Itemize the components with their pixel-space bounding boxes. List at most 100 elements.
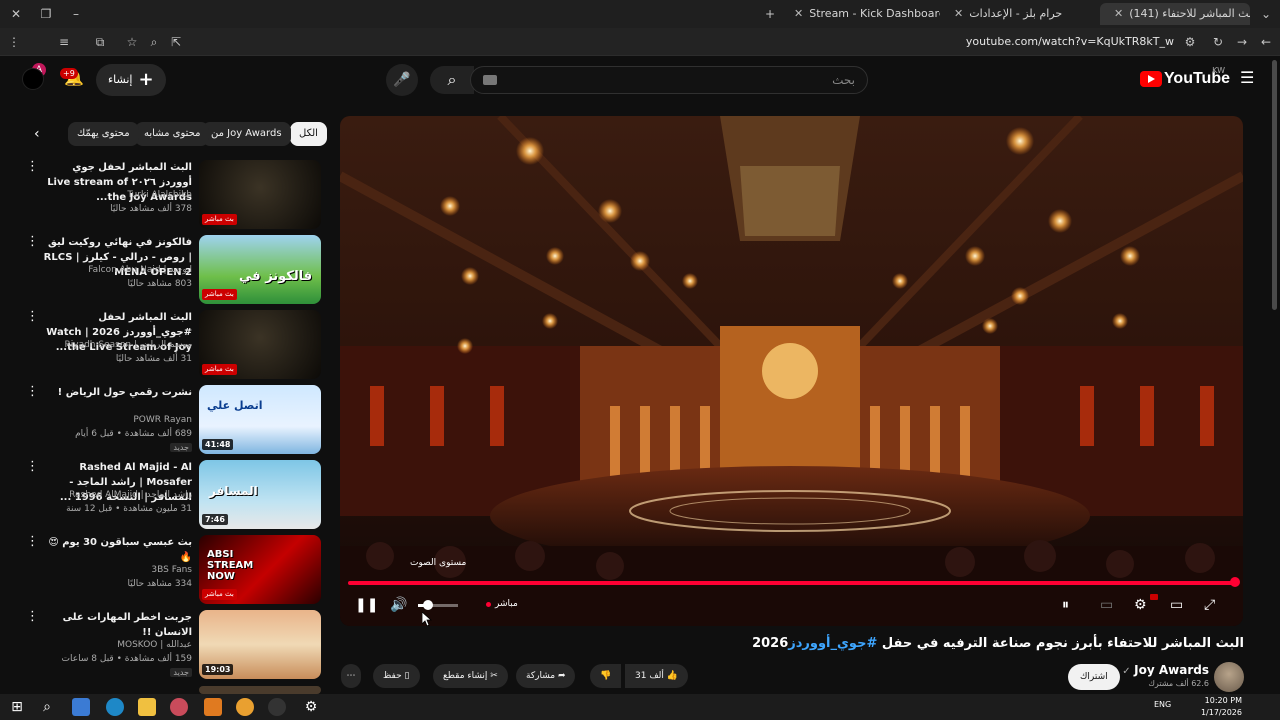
site-settings-icon[interactable]: ⚙ [1182, 34, 1198, 50]
channel-name[interactable]: راشد الماجد | Rashed AlMajid [42, 490, 192, 500]
tab-kick[interactable]: ✕ Stream - Kick Dashboard [780, 3, 940, 25]
account-avatar[interactable] [22, 68, 44, 90]
forward-icon[interactable]: → [1234, 34, 1250, 50]
list-item[interactable] [0, 686, 330, 694]
close-tab-icon[interactable]: ✕ [1114, 7, 1123, 20]
voice-search-icon[interactable]: 🎤 [386, 64, 418, 96]
channel-name[interactable]: ابوجيد | Falcon Abu Najd [42, 265, 192, 275]
list-item[interactable]: ⋮ بث عبسي سباقون 30 يوم 😍🔥 3BS Fans 334 … [0, 535, 330, 605]
fullscreen-icon[interactable]: ⤢ [1204, 596, 1215, 614]
dislike-button[interactable]: 👎 [590, 664, 622, 688]
share-button[interactable]: مشاركة ➦ [516, 664, 576, 688]
list-item[interactable]: ⋮ Rashed Al Majid - Al Mosafer | راشد ال… [0, 460, 330, 530]
video-thumbnail[interactable]: 19:03 [199, 610, 321, 679]
theater-mode-icon[interactable]: ▭ [1170, 596, 1183, 614]
video-thumbnail[interactable]: بث مباشر [199, 310, 321, 379]
close-tab-icon[interactable]: ✕ [954, 7, 963, 20]
more-options-icon[interactable]: ⋮ [26, 535, 39, 548]
new-tab-icon[interactable]: + [762, 6, 778, 22]
bookmark-star-icon[interactable]: ☆ [124, 34, 140, 50]
video-thumbnail[interactable] [199, 686, 321, 694]
close-tab-icon[interactable]: ✕ [794, 7, 803, 20]
app-icon[interactable] [204, 698, 222, 716]
list-item[interactable]: ⋮ البث المباشر لحفل #جوي_أووردز 2026 | W… [0, 310, 330, 380]
more-options-icon[interactable]: ⋮ [26, 160, 39, 173]
back-icon[interactable]: ← [1258, 34, 1274, 50]
video-thumbnail[interactable]: المسافر 7:46 [199, 460, 321, 529]
more-options-icon[interactable]: ⋮ [26, 310, 39, 323]
clip-button[interactable]: إنشاء مقطع ✂ [433, 664, 508, 688]
video-title[interactable]: جربت اخطر المهارات على الانسان !! [42, 610, 192, 640]
video-thumbnail[interactable]: ABSI STREAM NOW بث مباشر [199, 535, 321, 604]
settings-gear-icon[interactable]: ⚙ [1134, 596, 1147, 614]
chip-all[interactable]: الكل [290, 122, 327, 146]
chip-for-you[interactable]: محتوى يهمّك [68, 122, 139, 146]
hamburger-menu-icon[interactable]: ☰ [1240, 70, 1256, 86]
pause-icon[interactable]: ❚❚ [355, 596, 378, 614]
video-thumbnail[interactable]: بث مباشر [199, 160, 321, 229]
extensions-icon[interactable]: ⧉ [92, 34, 108, 50]
tab-youtube[interactable]: ✕ (141) البث المباشر للاحتفاء [1100, 3, 1250, 25]
share-page-icon[interactable]: ⇱ [168, 34, 184, 50]
list-item[interactable]: ⋮ فالكونز في نهائي روكيت ليق | روص - درا… [0, 235, 330, 305]
chrome-browser-icon[interactable] [170, 698, 188, 716]
chip-from-channel[interactable]: من Joy Awards [202, 122, 291, 146]
live-indicator[interactable]: مباشر [495, 599, 518, 609]
zoom-icon[interactable]: ⌕ [146, 34, 162, 50]
list-item[interactable]: ⋮ جربت اخطر المهارات على الانسان !! عبدا… [0, 610, 330, 680]
search-button[interactable]: ⌕ [430, 66, 474, 94]
more-actions-button[interactable]: ⋯ [341, 664, 361, 688]
create-button[interactable]: إنشاء + [96, 64, 166, 96]
obs-icon[interactable] [268, 698, 286, 716]
address-bar[interactable]: youtube.com/watch?v=KqUkTR8kT_w [966, 35, 1174, 48]
keyboard-icon[interactable] [483, 75, 497, 85]
subtitles-icon[interactable]: ▭ [1100, 596, 1113, 614]
more-options-icon[interactable]: ⋮ [26, 610, 39, 623]
progress-scrubber[interactable] [1230, 577, 1240, 587]
channel-name[interactable]: عبدالله | MOSKOO [42, 640, 192, 650]
language-indicator[interactable]: ENG [1154, 700, 1171, 709]
channel-name[interactable]: Turki Alalshikh [42, 190, 192, 200]
chevron-left-icon[interactable]: ‹ [34, 122, 54, 146]
more-options-icon[interactable]: ⋮ [26, 385, 39, 398]
progress-bar[interactable] [348, 581, 1235, 585]
video-thumbnail[interactable]: فالكونز في بث مباشر [199, 235, 321, 304]
volume-slider-knob[interactable] [423, 600, 433, 610]
hashtag-link[interactable]: #جوي_أووردز [788, 636, 877, 651]
clock[interactable]: 10:20 PM 1/17/2026 [1201, 695, 1242, 719]
minimize-window-icon[interactable]: – [68, 6, 84, 22]
more-options-icon[interactable]: ⋮ [26, 460, 39, 473]
volume-icon[interactable]: 🔊 [390, 596, 407, 614]
reload-icon[interactable]: ↻ [1210, 34, 1226, 50]
like-button[interactable]: 31 ألف 👍 [625, 664, 688, 688]
subscribe-button[interactable]: اشتراك [1068, 664, 1120, 690]
video-player[interactable]: مستوى الصوت ❚❚ 🔊 مباشر ⏸ ▭ ⚙ ▭ ⤢ [340, 116, 1243, 626]
list-item[interactable]: ⋮ نشرت رقمي حول الرياض ! POWR Rayan 689 … [0, 385, 330, 455]
video-title[interactable]: نشرت رقمي حول الرياض ! [42, 385, 192, 400]
close-window-icon[interactable]: ✕ [8, 6, 24, 22]
restore-window-icon[interactable]: ❐ [38, 6, 54, 22]
autoplay-toggle-icon[interactable]: ⏸ [1062, 596, 1069, 614]
channel-name[interactable]: موسم الرياض | Riyadh Season [42, 340, 193, 350]
chip-related[interactable]: محتوى مشابه [135, 122, 210, 146]
video-title[interactable]: بث عبسي سباقون 30 يوم 😍🔥 [42, 535, 192, 565]
file-explorer-icon[interactable] [138, 698, 156, 716]
windows-start-icon[interactable]: ⊞ [8, 698, 26, 716]
more-options-icon[interactable]: ⋮ [26, 235, 39, 248]
task-view-icon[interactable] [72, 698, 90, 716]
settings-gear-icon[interactable]: ⚙ [302, 698, 320, 716]
list-item[interactable]: ⋮ البث المباشر لحفل جوي أووردز ٢٠٢٦ Live… [0, 160, 330, 230]
tab-search-icon[interactable]: ⌄ [1258, 6, 1274, 22]
channel-avatar[interactable] [1214, 662, 1244, 692]
search-icon[interactable]: ⌕ [38, 698, 56, 716]
chrome-canary-icon[interactable] [236, 698, 254, 716]
edge-browser-icon[interactable] [106, 698, 124, 716]
search-input[interactable]: بحث [470, 66, 868, 94]
page-scrollbar[interactable] [1272, 60, 1277, 310]
video-thumbnail[interactable]: اتصل علي 41:48 [199, 385, 321, 454]
tab-settings[interactable]: ✕ حرام بلز - الإعدادات [940, 3, 1100, 25]
channel-name[interactable]: POWR Rayan [42, 415, 192, 425]
save-button[interactable]: حفظ ▯ [373, 664, 420, 688]
channel-name-main[interactable]: ✓ Joy Awards [1122, 663, 1209, 677]
menu-dots-icon[interactable]: ⋮ [6, 34, 22, 50]
